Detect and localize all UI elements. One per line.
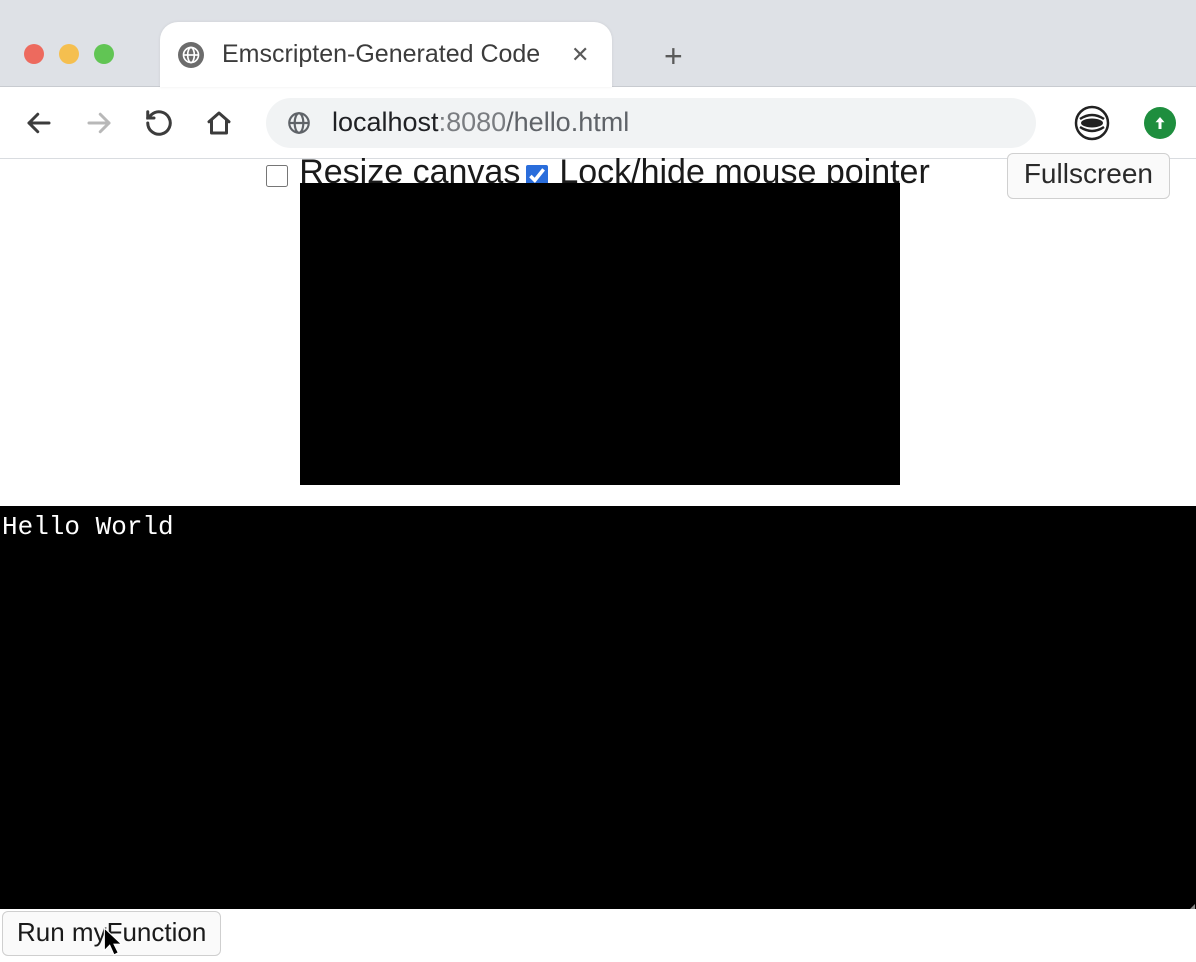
globe-icon (178, 42, 204, 68)
window-maximize-button[interactable] (94, 44, 114, 64)
run-function-button[interactable]: Run myFunction (2, 911, 221, 956)
window-minimize-button[interactable] (59, 44, 79, 64)
url-path: /hello.html (506, 107, 629, 137)
console-text: Hello World (2, 512, 174, 542)
tab-title: Emscripten-Generated Code (222, 40, 540, 69)
url-text: localhost:8080/hello.html (332, 107, 629, 138)
update-available-icon[interactable] (1144, 107, 1176, 139)
window-close-button[interactable] (24, 44, 44, 64)
page-content: Resize canvas Lock/hide mouse pointer Fu… (0, 159, 1196, 956)
window-traffic-lights (24, 44, 114, 64)
address-bar[interactable]: localhost:8080/hello.html (266, 98, 1036, 148)
back-button[interactable] (22, 106, 56, 140)
url-host: localhost (332, 107, 439, 137)
close-icon[interactable]: ✕ (568, 42, 592, 68)
browser-tab-strip: Emscripten-Generated Code ✕ + (0, 0, 1196, 87)
forward-button[interactable] (82, 106, 116, 140)
bottom-bar: Run myFunction (0, 909, 1196, 956)
new-tab-button[interactable]: + (664, 38, 683, 75)
emscripten-canvas[interactable] (300, 183, 900, 485)
home-button[interactable] (202, 106, 236, 140)
resize-canvas-checkbox[interactable] (266, 165, 288, 187)
site-info-icon[interactable] (286, 110, 312, 136)
fullscreen-button[interactable]: Fullscreen (1007, 153, 1170, 199)
url-port: :8080 (439, 107, 507, 137)
browser-tab[interactable]: Emscripten-Generated Code ✕ (160, 22, 612, 87)
console-output[interactable]: Hello World (0, 506, 1196, 915)
browser-toolbar: localhost:8080/hello.html (0, 87, 1196, 159)
extension-icon[interactable] (1074, 105, 1110, 141)
reload-button[interactable] (142, 106, 176, 140)
